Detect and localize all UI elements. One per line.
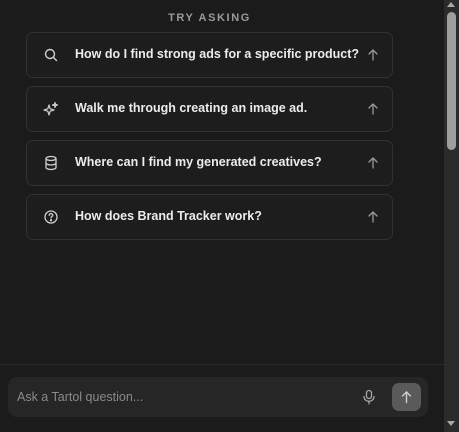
suggestion-label: How does Brand Tracker work? bbox=[75, 209, 262, 223]
suggestion-create-image-ad[interactable]: Walk me through creating an image ad. bbox=[26, 86, 393, 132]
tartol-assistant-panel: TRY ASKING How do I find strong ads for … bbox=[0, 0, 459, 432]
help-circle-icon bbox=[43, 209, 59, 225]
send-button[interactable] bbox=[392, 383, 421, 411]
arrow-up-icon bbox=[366, 48, 380, 62]
search-icon bbox=[43, 47, 59, 63]
arrow-up-icon bbox=[401, 391, 412, 404]
suggestion-brand-tracker[interactable]: How does Brand Tracker work? bbox=[26, 194, 393, 240]
chat-composer bbox=[8, 377, 428, 417]
composer-divider bbox=[0, 364, 444, 365]
suggestion-label: How do I find strong ads for a specific … bbox=[75, 47, 360, 61]
vertical-scrollbar[interactable] bbox=[444, 0, 459, 432]
suggestion-find-strong-ads[interactable]: How do I find strong ads for a specific … bbox=[26, 32, 393, 78]
arrow-up-icon bbox=[366, 102, 380, 116]
suggestion-generated-creatives[interactable]: Where can I find my generated creatives? bbox=[26, 140, 393, 186]
arrow-up-icon bbox=[366, 156, 380, 170]
arrow-up-icon bbox=[366, 210, 380, 224]
scroll-down-arrow[interactable] bbox=[447, 421, 455, 426]
suggestion-list: How do I find strong ads for a specific … bbox=[26, 32, 393, 248]
question-input[interactable] bbox=[17, 377, 347, 417]
suggestion-label: Walk me through creating an image ad. bbox=[75, 101, 308, 115]
suggestion-label: Where can I find my generated creatives? bbox=[75, 155, 322, 169]
sparkles-icon bbox=[43, 101, 59, 117]
microphone-icon[interactable] bbox=[360, 388, 378, 406]
chat-content: TRY ASKING How do I find strong ads for … bbox=[0, 0, 444, 432]
scroll-up-arrow[interactable] bbox=[447, 2, 455, 7]
scrollbar-thumb[interactable] bbox=[447, 12, 456, 150]
try-asking-heading: TRY ASKING bbox=[168, 12, 251, 24]
database-icon bbox=[43, 155, 59, 171]
